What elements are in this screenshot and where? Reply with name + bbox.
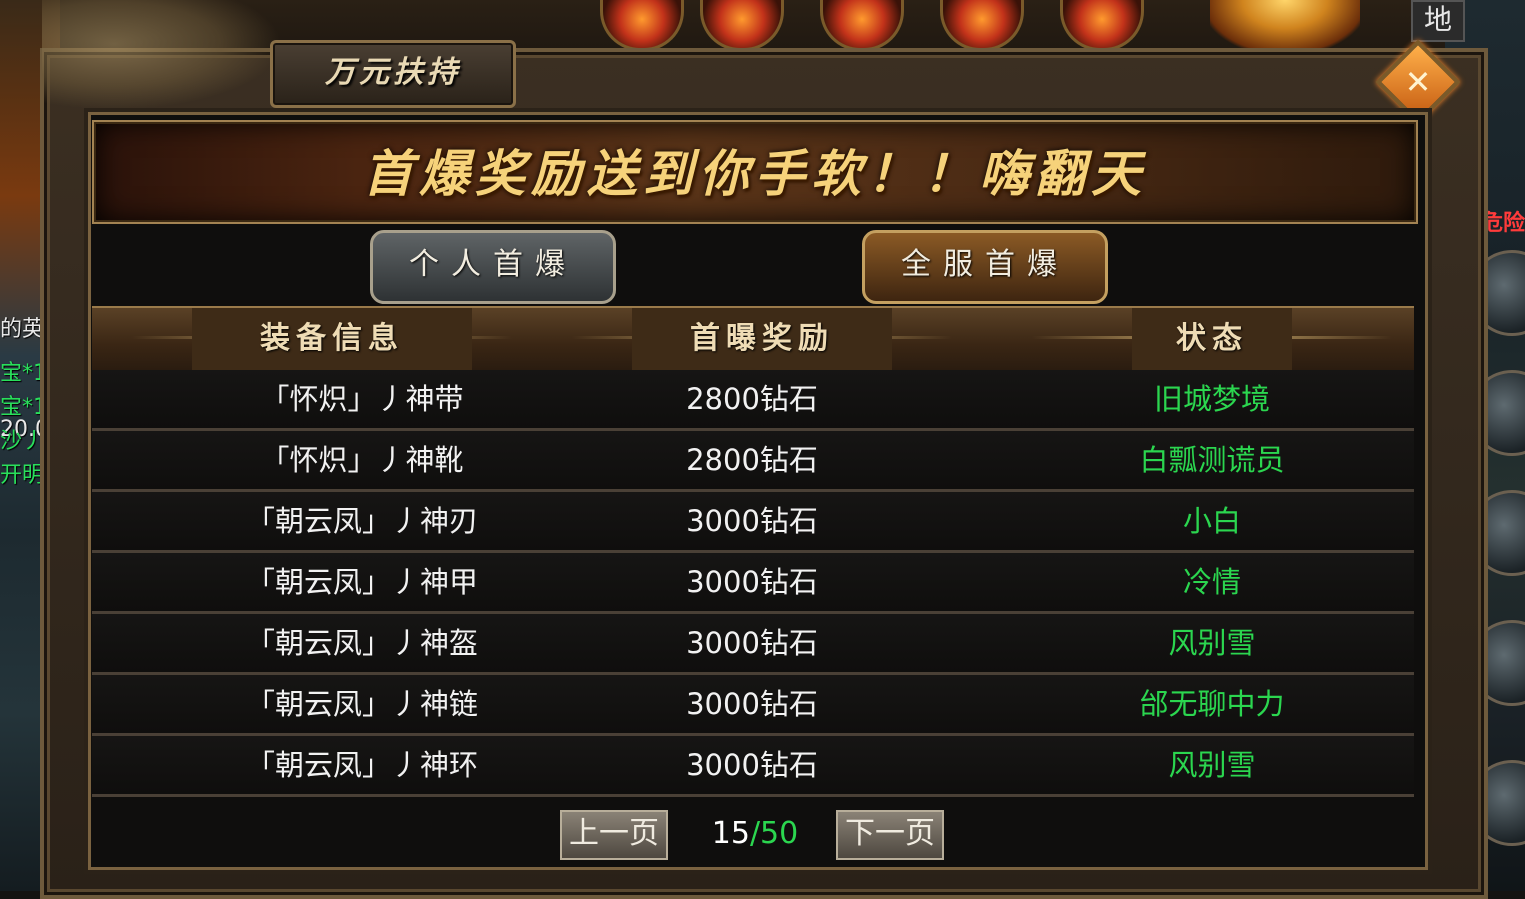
map-button[interactable]: 地 (1411, 0, 1465, 42)
status-player: 风别雪 (1168, 626, 1256, 660)
table-row: 「朝云凤」丿神盔 3000钻石 风别雪 (92, 614, 1414, 675)
table-row: 「朝云凤」丿神甲 3000钻石 冷情 (92, 553, 1414, 614)
panel-title-tab: 万元扶持 (270, 40, 516, 108)
equipment-name: 「朝云凤」丿神盔 (245, 626, 478, 660)
drop-table-body: 「怀炽」丿神带 2800钻石 旧城梦境 「怀炽」丿神靴 2800钻石 白瓢测谎员… (92, 370, 1414, 797)
table-row: 「怀炽」丿神靴 2800钻石 白瓢测谎员 (92, 431, 1414, 492)
reward-value: 3000钻石 (686, 504, 818, 538)
status-player: 旧城梦境 (1153, 382, 1270, 416)
banner-slogan: 首爆奖励送到你手软！！嗨翻天 (363, 144, 1147, 203)
equipment-name: 「朝云凤」丿神链 (245, 687, 478, 721)
gold-emblem-icon[interactable] (1210, 0, 1360, 50)
status-player: 风别雪 (1168, 748, 1256, 782)
reward-value: 3000钻石 (686, 565, 818, 599)
tab-personal-first-drop[interactable]: 个人首爆 (370, 230, 616, 304)
equipment-name: 「朝云凤」丿神甲 (245, 565, 478, 599)
reward-value: 2800钻石 (686, 443, 818, 477)
equipment-name: 「朝云凤」丿神环 (245, 748, 478, 782)
prev-page-button[interactable]: 上一页 (560, 810, 668, 860)
page-separator: / (749, 816, 761, 851)
reward-banner: 首爆奖励送到你手软！！嗨翻天 (92, 120, 1418, 224)
equipment-name: 「朝云凤」丿神刃 (245, 504, 478, 538)
panel-title: 万元扶持 (325, 55, 461, 90)
reward-value: 3000钻石 (686, 687, 818, 721)
status-player: 小白 (1182, 504, 1241, 538)
reward-value: 2800钻石 (686, 382, 818, 416)
status-player: 白瓢测谎员 (1139, 443, 1285, 477)
table-row: 「怀炽」丿神带 2800钻石 旧城梦境 (92, 370, 1414, 431)
status-player: 邰无聊中力 (1139, 687, 1285, 721)
equipment-name: 「怀炽」丿神靴 (260, 443, 464, 477)
current-page: 15 (711, 816, 750, 851)
next-page-button[interactable]: 下一页 (836, 810, 944, 860)
close-icon: ✕ (1404, 63, 1432, 101)
page-indicator: 15/50 (700, 812, 810, 856)
table-row: 「朝云凤」丿神链 3000钻石 邰无聊中力 (92, 675, 1414, 736)
chat-line: 的英 (0, 317, 45, 342)
reward-value: 3000钻石 (686, 626, 818, 660)
header-status: 状态 (1132, 308, 1292, 370)
table-header: 装备信息 首曝奖励 状态 (92, 306, 1414, 372)
header-equipment-info: 装备信息 (192, 308, 472, 370)
tab-server-first-drop[interactable]: 全服首爆 (862, 230, 1108, 304)
status-player: 冷情 (1182, 565, 1241, 599)
reward-value: 3000钻石 (686, 748, 818, 782)
dragon-ornament-icon (42, 0, 282, 110)
equipment-name: 「怀炽」丿神带 (260, 382, 464, 416)
header-first-drop-reward: 首曝奖励 (632, 308, 892, 370)
total-pages: 50 (760, 816, 799, 851)
table-row: 「朝云凤」丿神刃 3000钻石 小白 (92, 492, 1414, 553)
table-row: 「朝云凤」丿神环 3000钻石 风别雪 (92, 736, 1414, 797)
